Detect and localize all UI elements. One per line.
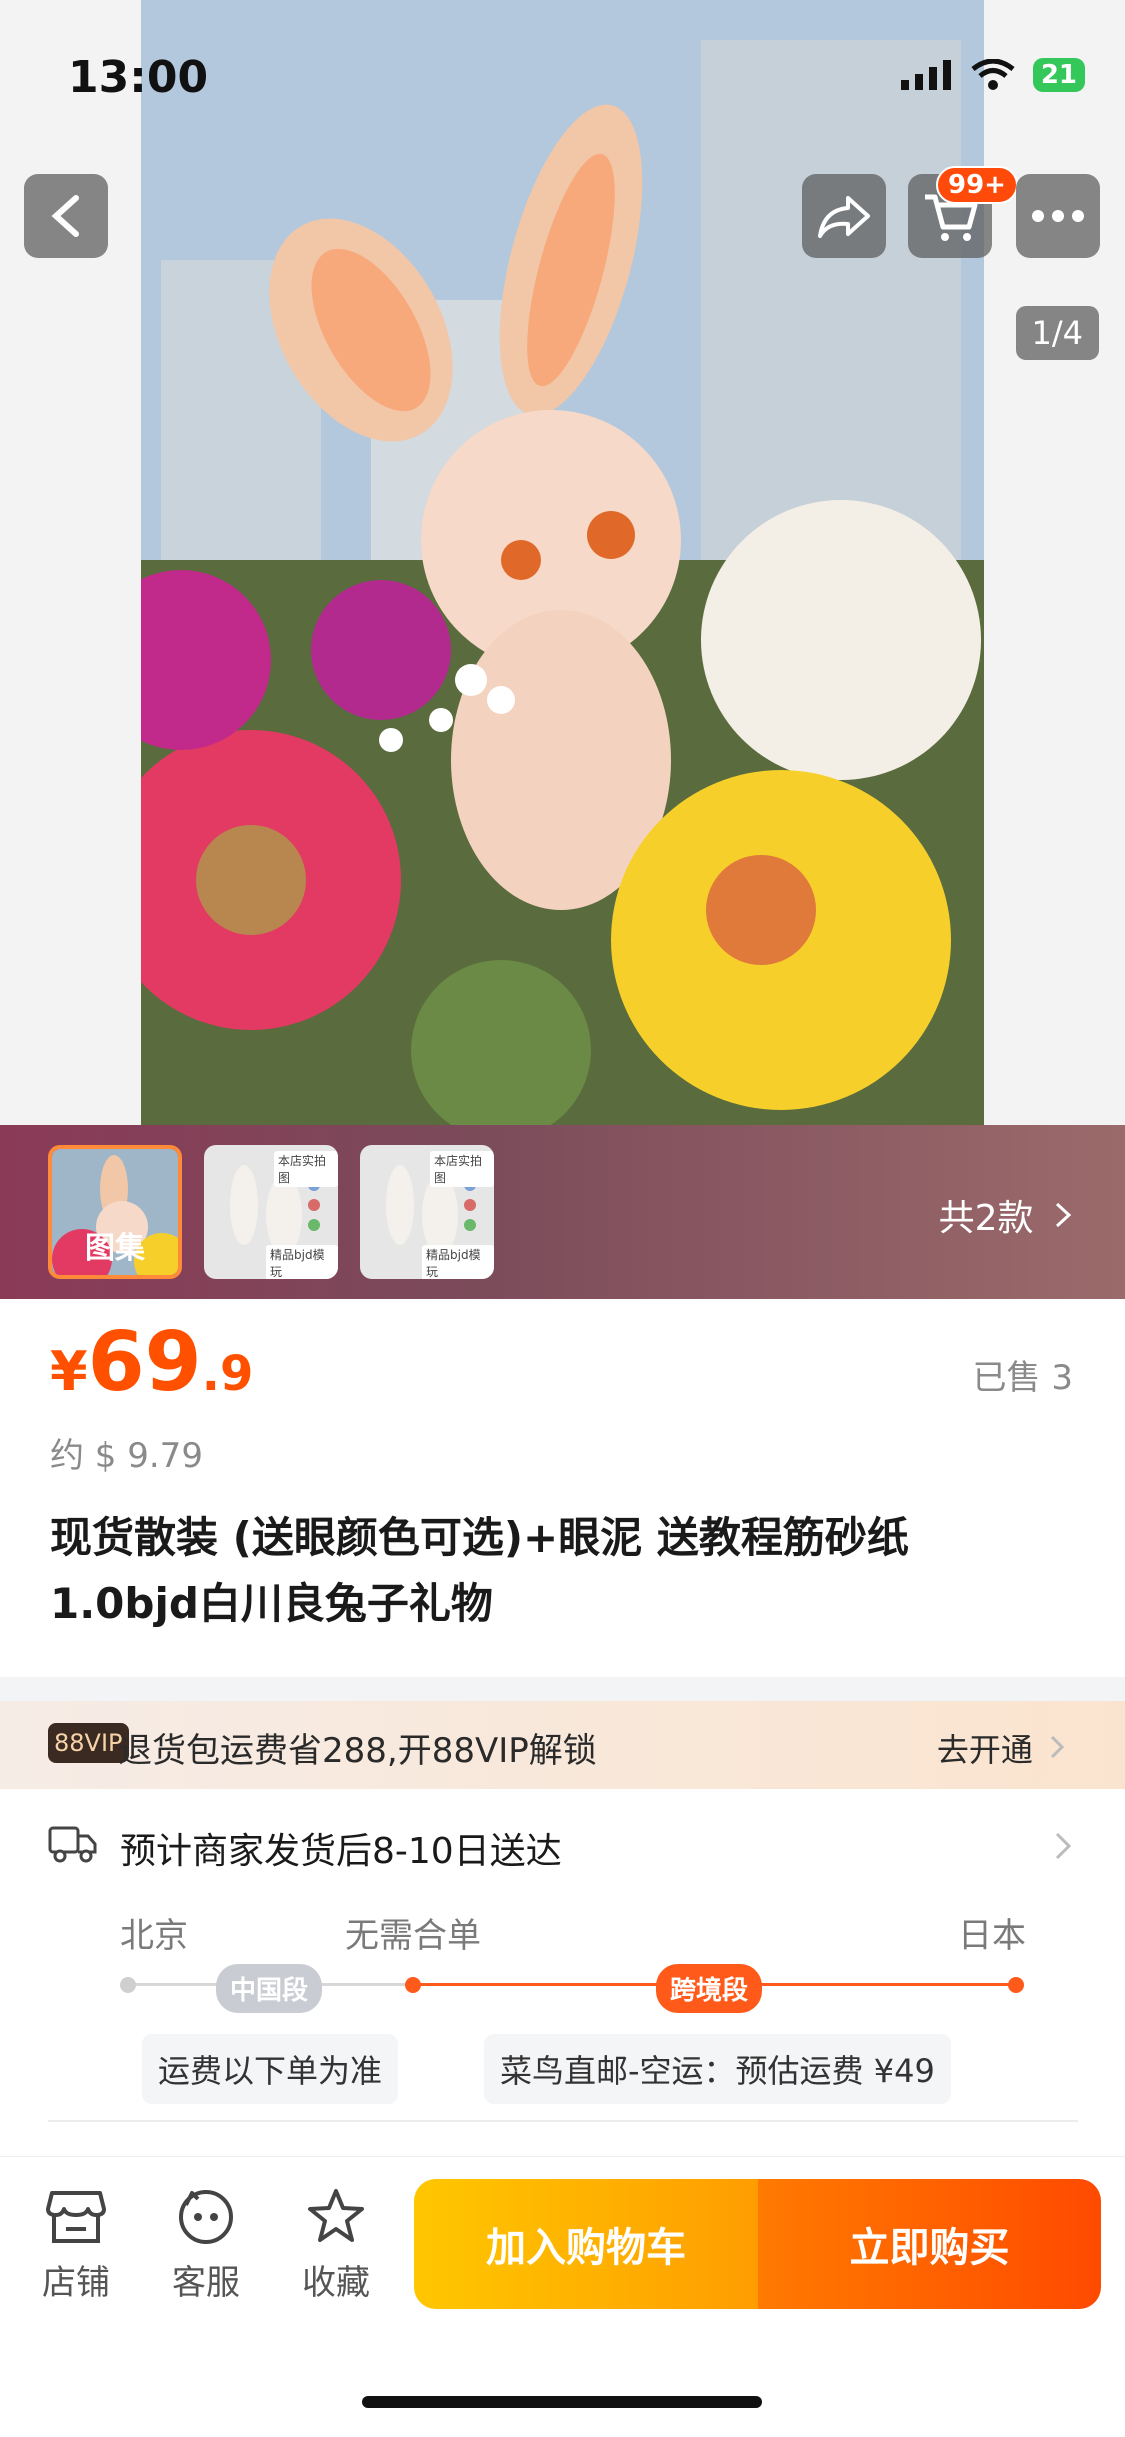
truck-icon (48, 1826, 97, 1863)
variant-count-text: 共2款 (938, 1198, 1034, 1239)
domestic-segment-tag: 中国段 (216, 1964, 323, 2013)
vip-banner[interactable]: 88VIP 退货包运费省288,开88VIP解锁 去开通 (0, 1701, 1125, 1789)
more-dots-icon (1032, 210, 1084, 222)
route-dot-origin (120, 1977, 136, 1993)
chevron-right-icon[interactable] (1053, 1830, 1073, 1862)
divider (48, 2120, 1078, 2122)
domestic-shipping-note: 运费以下单为准 (142, 2034, 399, 2104)
price-currency: ¥ (50, 1340, 88, 1403)
favorite-label: 收藏 (302, 2263, 370, 2303)
variant-thumbnail-strip: 图集 本店实拍图 精品bjd模玩 本店实拍图 精品bjd模玩 共2款 (0, 1125, 1125, 1299)
section-divider (0, 1677, 1125, 1701)
cross-border-segment-tag: 跨境段 (656, 1964, 763, 2013)
store-button[interactable]: 店铺 (26, 2187, 126, 2304)
image-page-indicator: 1/4 (1015, 306, 1099, 360)
status-icons: 21 (900, 58, 1085, 92)
thumbnail-variant-1[interactable]: 本店实拍图 精品bjd模玩 (204, 1145, 338, 1279)
chevron-left-icon (51, 195, 79, 237)
product-photo (141, 0, 984, 1125)
product-title: 现货散装 (送眼颜色可选)+眼泥 送教程筋砂纸 1.0bjd白川良兔子礼物 (50, 1513, 909, 1628)
bottom-action-bar: 店铺 客服 收藏 加入购物车 立即购买 (0, 2156, 1125, 2437)
thumbnail-gallery[interactable]: 图集 (48, 1145, 182, 1279)
store-label: 店铺 (42, 2263, 110, 2303)
thumbnail-caption: 本店实拍图 (274, 1151, 338, 1187)
price-integer: 69 (87, 1315, 202, 1410)
product-photo-art (141, 0, 984, 1125)
usd-price: 约 $ 9.79 (50, 1436, 203, 1476)
cellular-signal-icon (900, 60, 951, 90)
thumbnail-caption: 精品bjd模玩 (266, 1245, 338, 1279)
customer-service-label: 客服 (172, 2263, 240, 2303)
thumbnail-caption: 本店实拍图 (430, 1151, 494, 1187)
vip-badge: 88VIP (48, 1723, 129, 1763)
route-dot-destination (1008, 1977, 1024, 1993)
route-origin: 北京 (120, 1916, 188, 1956)
share-icon (818, 196, 870, 238)
variant-count-link[interactable]: 共2款 (939, 1189, 1073, 1241)
customer-service-icon (179, 2190, 233, 2244)
delivery-estimate[interactable]: 预计商家发货后8-10日送达 (120, 1822, 562, 1874)
share-button[interactable] (802, 174, 886, 258)
route-destination: 日本 (958, 1916, 1026, 1956)
vip-activate-label: 去开通 (936, 1731, 1033, 1769)
buy-now-button[interactable]: 立即购买 (758, 2179, 1101, 2309)
more-button[interactable] (1016, 174, 1100, 258)
customer-service-button[interactable]: 客服 (156, 2187, 256, 2304)
status-bar: 13:00 21 (0, 0, 1125, 150)
thumbnail-variant-2[interactable]: 本店实拍图 精品bjd模玩 (360, 1145, 494, 1279)
cross-border-shipping-note: 菜鸟直邮-空运：预估运费 ¥49 (484, 2034, 951, 2104)
vip-promo-text: 退货包运费省288,开88VIP解锁 (118, 1731, 597, 1771)
route-dot-middle (405, 1977, 421, 1993)
sold-count: 已售 3 (972, 1358, 1073, 1398)
cart-count-badge: 99+ (936, 166, 1018, 204)
wifi-icon (971, 59, 1015, 90)
store-icon (46, 2191, 106, 2243)
route-middle: 无需合单 (345, 1916, 481, 1956)
star-icon (308, 2189, 364, 2242)
battery-level: 21 (1032, 58, 1085, 92)
chevron-right-icon (1050, 1735, 1065, 1759)
thumbnail-caption: 精品bjd模玩 (422, 1245, 494, 1279)
back-button[interactable] (24, 174, 108, 258)
product-image-carousel[interactable]: 13:00 21 99+ 1/4 (0, 0, 1125, 1125)
thumbnail-gallery-label: 图集 (85, 1231, 145, 1266)
favorite-button[interactable]: 收藏 (286, 2187, 386, 2304)
vip-activate-link[interactable]: 去开通 (937, 1725, 1065, 1771)
home-indicator (362, 2396, 762, 2408)
chevron-right-icon (1055, 1202, 1072, 1228)
status-time: 13:00 (68, 52, 209, 103)
cart-button[interactable]: 99+ (908, 166, 1018, 258)
add-to-cart-button[interactable]: 加入购物车 (414, 2179, 758, 2309)
price: ¥69.9 (50, 1315, 253, 1410)
price-decimal: .9 (201, 1346, 254, 1402)
